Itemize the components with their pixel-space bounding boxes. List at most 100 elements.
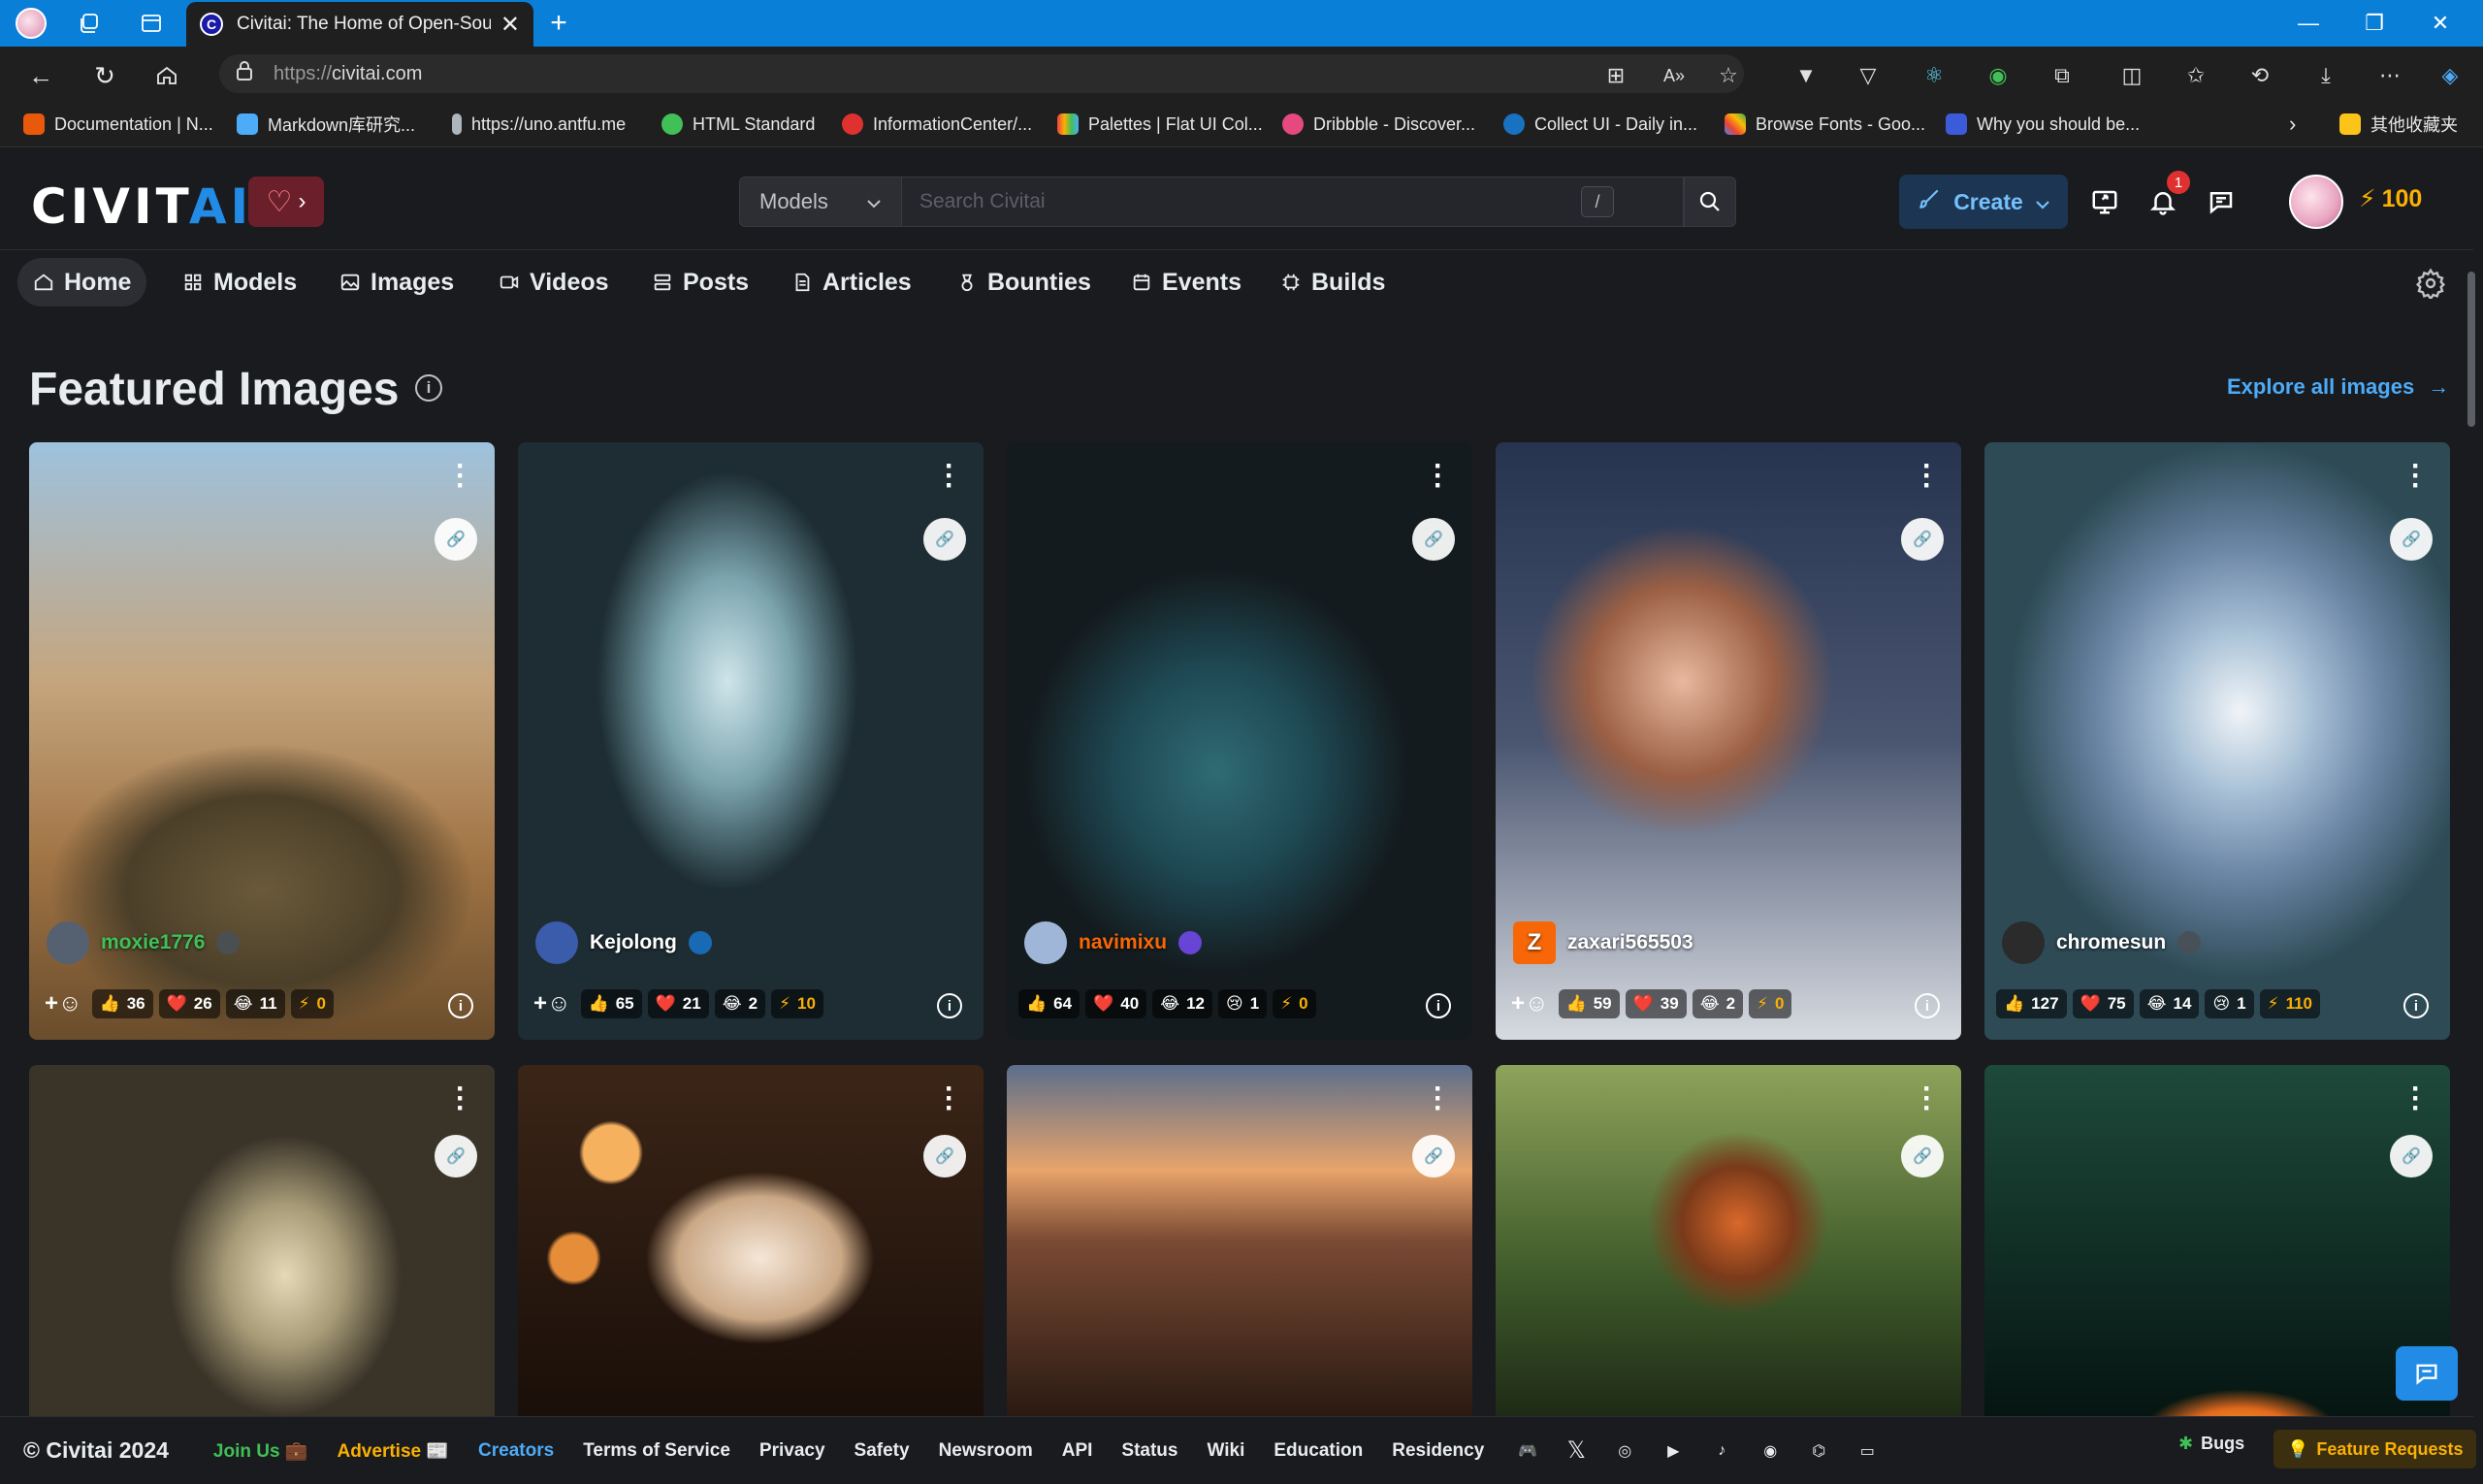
card-menu-icon[interactable]: · · · — [945, 452, 954, 500]
card-menu-icon[interactable]: · · · — [1922, 452, 1932, 500]
footer-safety[interactable]: Safety — [855, 1440, 910, 1462]
image-card[interactable]: · · · 🔗 — [1496, 1065, 1961, 1416]
reaction-heart[interactable]: ❤️ 39 — [1625, 989, 1687, 1018]
card-info-icon[interactable]: i — [1915, 993, 1940, 1018]
extension-react-icon[interactable]: ⚛ — [1915, 56, 1953, 95]
civitai-logo[interactable]: CIVITAI — [31, 178, 252, 235]
tab-actions-icon[interactable] — [132, 4, 171, 43]
home-icon[interactable] — [145, 54, 188, 97]
browser-tab-active[interactable]: C Civitai: The Home of Open-Sourc ✕ — [186, 2, 533, 47]
nav-articles[interactable]: Articles — [776, 258, 927, 306]
card-info-icon[interactable]: i — [2403, 993, 2429, 1018]
reaction-laugh[interactable]: 😂 2 — [714, 989, 766, 1018]
card-author[interactable]: Z zaxari565503 — [1513, 921, 1693, 964]
refresh-icon[interactable]: ↻ — [83, 54, 126, 97]
remix-link-icon[interactable]: 🔗 — [923, 1135, 966, 1178]
bookmark-informationcenter[interactable]: InformationCenter/... — [842, 109, 1032, 140]
card-author[interactable]: chromesun — [2002, 921, 2202, 964]
nav-images[interactable]: Images — [324, 258, 469, 306]
footer-terms[interactable]: Terms of Service — [583, 1440, 730, 1462]
remix-link-icon[interactable]: 🔗 — [1412, 1135, 1455, 1178]
footer-privacy[interactable]: Privacy — [759, 1440, 825, 1462]
tiktok-icon[interactable]: ♪ — [1707, 1436, 1736, 1466]
reaction-like[interactable]: 👍 59 — [1558, 989, 1620, 1018]
bookmark-palettes[interactable]: Palettes | Flat UI Col... — [1057, 109, 1263, 140]
reaction-laugh[interactable]: 😂 12 — [1152, 989, 1212, 1018]
extension-vue-icon[interactable]: ▼ — [1787, 56, 1825, 95]
footer-api[interactable]: API — [1062, 1440, 1093, 1462]
footer-status[interactable]: Status — [1121, 1440, 1177, 1462]
reaction-heart[interactable]: ❤️ 26 — [158, 989, 220, 1018]
search-input[interactable] — [902, 177, 1684, 227]
chat-icon[interactable] — [2200, 180, 2242, 223]
remix-link-icon[interactable]: 🔗 — [923, 518, 966, 561]
card-menu-icon[interactable]: · · · — [1922, 1075, 1932, 1123]
card-menu-icon[interactable]: · · · — [1434, 1075, 1443, 1123]
card-info-icon[interactable]: i — [448, 993, 473, 1018]
bookmark-why-you-should[interactable]: Why you should be... — [1946, 109, 2140, 140]
bookmark-dribbble[interactable]: Dribbble - Discover... — [1282, 109, 1475, 140]
read-aloud-icon[interactable]: A» — [1655, 56, 1693, 95]
youtube-icon[interactable]: ▶ — [1659, 1436, 1688, 1466]
search-button[interactable] — [1684, 177, 1736, 227]
nav-models[interactable]: Models — [167, 258, 312, 306]
remix-link-icon[interactable]: 🔗 — [1412, 518, 1455, 561]
workspaces-icon[interactable] — [70, 4, 109, 43]
image-card[interactable]: · · · 🔗 chromesun 👍 127 ❤️ 75 😂 14 😢 1 ⚡ 1… — [1984, 442, 2450, 1040]
card-author[interactable]: moxie1776 — [47, 921, 241, 964]
extensions-puzzle-icon[interactable]: ⧉ — [2043, 56, 2081, 95]
footer-advertise[interactable]: Advertise 📰 — [337, 1439, 449, 1463]
image-card[interactable]: · · · 🔗 moxie1776 +☺ 👍 36 ❤️ 26 😂 11 ⚡ 0 i — [29, 442, 495, 1040]
close-tab-icon[interactable]: ✕ — [500, 11, 520, 39]
bookmarks-folder[interactable]: 其他收藏夹 — [2339, 109, 2458, 140]
profile-avatar-icon[interactable] — [12, 4, 50, 43]
bookmarks-overflow-icon[interactable]: › — [2289, 109, 2296, 140]
instagram-icon[interactable]: ◎ — [1610, 1436, 1639, 1466]
bookmark-google-fonts[interactable]: Browse Fonts - Goo... — [1725, 109, 1925, 140]
reaction-buzz[interactable]: ⚡ 0 — [1749, 989, 1792, 1018]
reaction-like[interactable]: 👍 36 — [91, 989, 153, 1018]
card-menu-icon[interactable]: · · · — [1434, 452, 1443, 500]
bugs-button[interactable]: ✱ Bugs — [2178, 1434, 2244, 1454]
history-icon[interactable]: ⟲ — [2241, 56, 2279, 95]
reaction-buzz[interactable]: ⚡ 10 — [771, 989, 823, 1018]
close-window-icon[interactable]: ✕ — [2407, 0, 2473, 47]
reaction-laugh[interactable]: 😂 14 — [2139, 989, 2200, 1018]
favorites-icon[interactable]: ✩ — [2177, 56, 2215, 95]
footer-wiki[interactable]: Wiki — [1207, 1440, 1244, 1462]
card-info-icon[interactable]: i — [937, 993, 962, 1018]
add-reaction-icon[interactable]: +☺ — [530, 990, 575, 1017]
address-bar[interactable]: https://civitai.com — [219, 54, 1744, 93]
remix-link-icon[interactable]: 🔗 — [435, 1135, 477, 1178]
create-button[interactable]: Create — [1899, 175, 2068, 229]
extension-target-icon[interactable]: ◉ — [1979, 56, 2017, 95]
footer-education[interactable]: Education — [1274, 1440, 1363, 1462]
card-menu-icon[interactable]: · · · — [456, 1075, 466, 1123]
nav-posts[interactable]: Posts — [636, 258, 764, 306]
footer-newsroom[interactable]: Newsroom — [939, 1440, 1033, 1462]
bookmark-collect-ui[interactable]: Collect UI - Daily in... — [1503, 109, 1697, 140]
reddit-icon[interactable]: ◉ — [1756, 1436, 1785, 1466]
reaction-laugh[interactable]: 😂 2 — [1692, 989, 1744, 1018]
support-heart-button[interactable]: ♡ › — [248, 177, 324, 227]
image-card[interactable]: · · · 🔗 — [1007, 1065, 1472, 1416]
minimize-icon[interactable]: — — [2275, 0, 2341, 47]
explore-all-images-link[interactable]: Explore all images → — [2227, 374, 2449, 400]
card-info-icon[interactable]: i — [1426, 993, 1451, 1018]
buzz-balance[interactable]: ⚡ 100 — [2359, 184, 2422, 213]
reaction-heart[interactable]: ❤️ 21 — [647, 989, 709, 1018]
footer-residency[interactable]: Residency — [1392, 1440, 1484, 1462]
card-menu-icon[interactable]: · · · — [2411, 1075, 2421, 1123]
image-card[interactable]: · · · 🔗 — [1984, 1065, 2450, 1416]
bookmark-markdown[interactable]: Markdown库研究... — [237, 109, 415, 140]
reaction-laugh[interactable]: 😂 11 — [225, 989, 285, 1018]
remix-link-icon[interactable]: 🔗 — [435, 518, 477, 561]
add-reaction-icon[interactable]: +☺ — [1507, 990, 1553, 1017]
extension-vue-devtools-icon[interactable]: ▽ — [1849, 56, 1887, 95]
new-tab-icon[interactable]: + — [539, 4, 578, 43]
reaction-like[interactable]: 👍 64 — [1018, 989, 1080, 1018]
image-card[interactable]: · · · 🔗 Kejolong +☺ 👍 65 ❤️ 21 😂 2 ⚡ 10 i — [518, 442, 984, 1040]
image-card[interactable]: · · · 🔗 navimixu 👍 64 ❤️ 40 😂 12 😢 1 ⚡ 0 i — [1007, 442, 1472, 1040]
upload-monitor-icon[interactable] — [2083, 180, 2126, 223]
reaction-heart[interactable]: ❤️ 75 — [2072, 989, 2134, 1018]
